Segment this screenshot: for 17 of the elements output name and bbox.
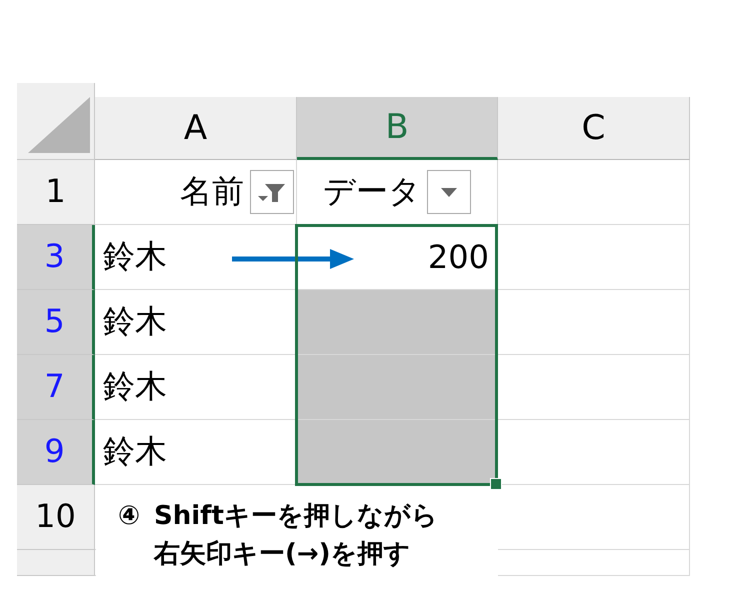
column-header[interactable]: C: [498, 97, 690, 160]
row-header[interactable]: 3: [17, 225, 95, 290]
caret-icon: [441, 188, 457, 196]
row-header[interactable]: 1: [17, 160, 95, 225]
column-header[interactable]: B: [297, 97, 498, 160]
row-header[interactable]: 7: [17, 355, 95, 420]
row-header[interactable]: 10: [17, 485, 95, 550]
fill-handle[interactable]: [490, 478, 502, 490]
row-header[interactable]: 9: [17, 420, 95, 485]
row-header[interactable]: 5: [17, 290, 95, 355]
step-number: ④: [118, 500, 140, 533]
column-header[interactable]: A: [95, 97, 297, 160]
filter-button[interactable]: [250, 170, 294, 214]
instruction-text: Shiftキーを押しながら 右矢印キー(→)を押す: [154, 500, 438, 571]
dropdown-button[interactable]: [427, 170, 471, 214]
header-cell-text: 名前: [180, 171, 244, 212]
header-cell-text: データ: [323, 171, 421, 212]
